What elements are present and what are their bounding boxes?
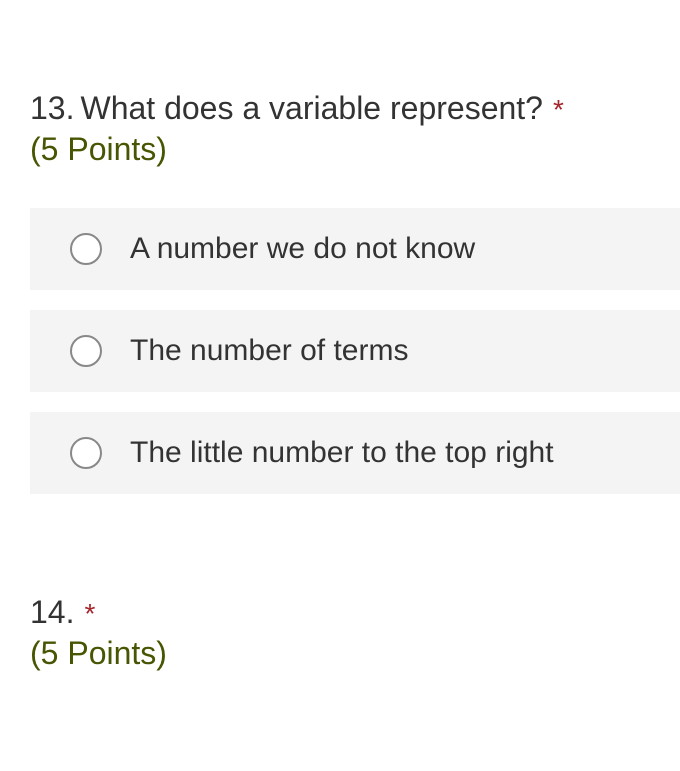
required-asterisk-icon: * xyxy=(553,94,564,126)
question-13-number: 13. xyxy=(30,90,74,127)
question-14: 14. * (5 Points) xyxy=(0,594,680,672)
question-13-text: What does a variable represent? xyxy=(80,90,542,127)
question-14-number: 14. xyxy=(30,594,74,631)
required-asterisk-icon: * xyxy=(84,598,95,630)
option-label: The little number to the top right xyxy=(130,436,554,470)
option-row[interactable]: A number we do not know xyxy=(30,208,680,290)
question-13-options: A number we do not know The number of te… xyxy=(30,208,680,494)
option-row[interactable]: The little number to the top right xyxy=(30,412,680,494)
radio-icon[interactable] xyxy=(70,335,102,367)
radio-icon[interactable] xyxy=(70,233,102,265)
option-label: The number of terms xyxy=(130,334,408,368)
question-14-header: 14. * (5 Points) xyxy=(30,594,680,672)
question-13-points: (5 Points) xyxy=(30,131,680,168)
question-14-title-row: 14. * xyxy=(30,594,680,631)
option-row[interactable]: The number of terms xyxy=(30,310,680,392)
radio-icon[interactable] xyxy=(70,437,102,469)
question-13: 13. What does a variable represent? * (5… xyxy=(0,90,680,494)
option-label: A number we do not know xyxy=(130,232,475,266)
question-14-points: (5 Points) xyxy=(30,635,680,672)
question-13-title-row: 13. What does a variable represent? * xyxy=(30,90,680,127)
question-13-header: 13. What does a variable represent? * (5… xyxy=(30,90,680,168)
